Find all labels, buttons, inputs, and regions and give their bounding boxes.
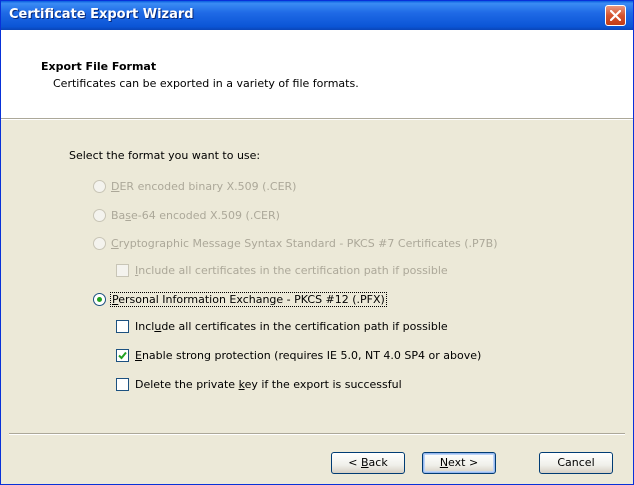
radio-pkcs12-pfx[interactable]: Personal Information Exchange - PKCS #12… [93, 290, 387, 308]
format-prompt: Select the format you want to use: [69, 149, 261, 162]
checkbox-delete-private-key[interactable]: Delete the private key if the export is … [116, 375, 402, 393]
radio-label: DER encoded binary X.509 (.CER) [111, 179, 297, 193]
radio-label: Base-64 encoded X.509 (.CER) [111, 208, 280, 222]
checkbox-pfx-include-all[interactable]: Include all certificates in the certific… [116, 317, 448, 335]
radio-button[interactable] [93, 208, 106, 222]
radio-button[interactable] [93, 179, 106, 193]
checkbox[interactable] [116, 377, 129, 391]
header-panel: Export File Format Certificates can be e… [1, 30, 633, 118]
radio-pkcs7-p7b[interactable]: Cryptographic Message Syntax Standard - … [93, 234, 498, 252]
radio-base64-cer[interactable]: Base-64 encoded X.509 (.CER) [93, 206, 280, 224]
page-subtitle: Certificates can be exported in a variet… [53, 77, 359, 90]
checkbox-enable-strong-protection[interactable]: Enable strong protection (requires IE 5.… [116, 346, 481, 364]
title-bar[interactable]: Certificate Export Wizard [1, 1, 633, 30]
footer-divider [9, 433, 625, 435]
checkbox-label: Enable strong protection (requires IE 5.… [135, 348, 482, 362]
checkbox-label: Include all certificates in the certific… [135, 319, 448, 333]
radio-der-cer[interactable]: DER encoded binary X.509 (.CER) [93, 177, 296, 195]
page-title: Export File Format [41, 60, 157, 73]
radio-button[interactable] [93, 236, 106, 250]
radio-button[interactable] [93, 292, 106, 306]
radio-label: Cryptographic Message Syntax Standard - … [111, 236, 498, 250]
checkbox[interactable] [116, 348, 129, 362]
window-title: Certificate Export Wizard [9, 7, 194, 22]
certificate-export-wizard-window: Certificate Export Wizard Export File Fo… [0, 0, 634, 485]
radio-label: Personal Information Exchange - PKCS #12… [110, 291, 387, 307]
checkbox[interactable] [116, 319, 129, 333]
cancel-button[interactable]: Cancel [539, 452, 613, 474]
radio-selected-dot [97, 296, 102, 302]
close-button[interactable] [605, 5, 626, 26]
checkmark-icon [118, 351, 127, 359]
checkbox-p7b-include-all[interactable]: Include all certificates in the certific… [116, 261, 448, 279]
close-icon [610, 10, 621, 21]
next-button[interactable]: Next > [422, 452, 496, 474]
checkbox-label: Delete the private key if the export is … [135, 377, 402, 391]
checkbox-label: Include all certificates in the certific… [135, 263, 448, 277]
header-divider [1, 118, 633, 120]
back-button[interactable]: < Back [331, 452, 405, 474]
checkbox[interactable] [116, 263, 129, 277]
